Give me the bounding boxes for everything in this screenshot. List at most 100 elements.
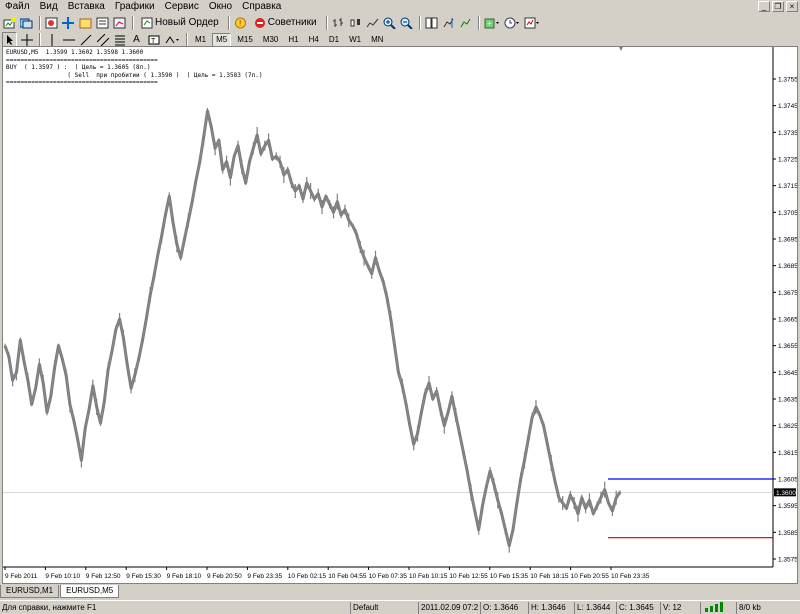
data-window-icon[interactable] [61, 15, 76, 30]
toolbar-separator [186, 32, 188, 47]
x-tick-label: 10 Feb 12:55 [449, 573, 488, 580]
menu-tools[interactable]: Сервис [160, 0, 204, 14]
toolbar-separator [418, 15, 421, 30]
new-order-label: Новый Ордер [155, 17, 219, 28]
y-tick-label: 1.3625 [778, 423, 797, 430]
navigator-icon[interactable] [78, 15, 93, 30]
toolbar-separator [39, 32, 41, 47]
y-tick-label: 1.3645 [778, 370, 797, 377]
chart-window[interactable]: EURUSD,M5 1.3599 1.3602 1.3598 1.3600 ==… [2, 46, 798, 584]
bar-chart-icon[interactable] [331, 15, 346, 30]
chart-shift-icon[interactable] [441, 15, 456, 30]
timeframe-h1[interactable]: H1 [284, 33, 302, 47]
toolbar-separator [227, 15, 230, 30]
autoscroll-icon[interactable] [458, 15, 473, 30]
status-low: L: 1.3644 [574, 602, 614, 614]
x-tick-label: 9 Feb 23:35 [247, 573, 282, 580]
menu-charts[interactable]: Графики [110, 0, 160, 14]
menu-view[interactable]: Вид [35, 0, 63, 14]
x-tick-label: 10 Feb 02:15 [288, 573, 327, 580]
x-tick-label: 10 Feb 10:15 [409, 573, 448, 580]
timeframe-w1[interactable]: W1 [345, 33, 365, 47]
menu-window[interactable]: Окно [204, 0, 237, 14]
tab-eurusd-m1[interactable]: EURUSD,M1 [0, 585, 60, 598]
y-tick-label: 1.3655 [778, 343, 797, 350]
zoom-in-icon[interactable] [382, 15, 397, 30]
y-tick-label: 1.3695 [778, 237, 797, 244]
market-watch-icon[interactable] [44, 15, 59, 30]
standard-toolbar: Новый Ордер ! Советники + [0, 14, 800, 31]
status-help: Для справки, нажмите F1 [2, 603, 97, 612]
x-tick-label: 10 Feb 18:15 [530, 573, 569, 580]
timeframe-mn[interactable]: MN [367, 33, 387, 47]
trendline-icon[interactable] [78, 32, 93, 47]
timeframe-d1[interactable]: D1 [325, 33, 343, 47]
fibonacci-icon[interactable] [112, 32, 127, 47]
chart-shift-marker [619, 47, 623, 51]
tab-eurusd-m5[interactable]: EURUSD,M5 [60, 585, 120, 598]
x-tick-label: 9 Feb 12:50 [86, 573, 121, 580]
menu-file[interactable]: Файл [0, 0, 35, 14]
y-tick-label: 1.3715 [778, 183, 797, 190]
indicators-icon[interactable]: + [483, 15, 501, 30]
templates-icon[interactable] [523, 15, 541, 30]
line-chart-icon[interactable] [365, 15, 380, 30]
y-tick-label: 1.3685 [778, 263, 797, 270]
y-tick-label: 1.3605 [778, 477, 797, 484]
close-icon[interactable]: × [786, 1, 798, 12]
x-tick-label: 9 Feb 10:10 [45, 573, 80, 580]
x-tick-label: 10 Feb 20:55 [571, 573, 610, 580]
toolbar-separator [132, 15, 134, 30]
x-tick-label: 9 Feb 18:10 [167, 573, 202, 580]
crosshair-icon[interactable] [19, 32, 34, 47]
zoom-out-icon[interactable] [399, 15, 414, 30]
status-profile: Default [350, 602, 416, 614]
text-label-icon[interactable]: T [146, 32, 161, 47]
status-open: O: 1.3646 [480, 602, 526, 614]
menu-help[interactable]: Справка [237, 0, 286, 14]
new-chart-icon[interactable] [2, 15, 17, 30]
experts-button[interactable]: Советники [250, 15, 321, 30]
svg-text:+: + [487, 19, 492, 28]
y-tick-label: 1.3665 [778, 317, 797, 324]
x-tick-label: 9 Feb 20:50 [207, 573, 242, 580]
equidistant-channel-icon[interactable] [95, 32, 110, 47]
timeframe-m5[interactable]: M5 [212, 32, 232, 47]
cursor-icon[interactable] [2, 32, 17, 47]
x-tick-label: 10 Feb 15:35 [490, 573, 529, 580]
x-tick-label: 9 Feb 15:30 [126, 573, 161, 580]
profiles-icon[interactable] [19, 15, 34, 30]
y-tick-label: 1.3745 [778, 103, 797, 110]
y-tick-label: 1.3675 [778, 290, 797, 297]
price-series-core [4, 110, 621, 546]
timeframe-h4[interactable]: H4 [305, 33, 323, 47]
timeframe-m1[interactable]: M1 [191, 33, 210, 47]
restore-icon[interactable]: ❐ [772, 1, 784, 12]
y-tick-label: 1.3575 [778, 557, 797, 564]
timeframe-m15[interactable]: M15 [233, 33, 257, 47]
connection-bars-icon [700, 602, 734, 614]
strategy-tester-icon[interactable] [112, 15, 127, 30]
status-bar: Для справки, нажмите F1 Default 2011.02.… [0, 600, 800, 614]
price-chart: 1.3755 1.3745 1.3735 1.3725 1.3715 1.3705 1.36… [3, 47, 797, 580]
metaeditor-icon[interactable]: ! [233, 15, 248, 30]
candlestick-icon[interactable] [348, 15, 363, 30]
minimize-icon[interactable]: _ [758, 1, 770, 12]
status-high: H: 1.3646 [528, 602, 572, 614]
vertical-line-icon[interactable] [44, 32, 59, 47]
tile-windows-icon[interactable] [424, 15, 439, 30]
timeframe-m30[interactable]: M30 [259, 33, 283, 47]
horizontal-line-icon[interactable] [61, 32, 76, 47]
svg-text:!: ! [239, 19, 241, 28]
periodicity-icon[interactable] [503, 15, 521, 30]
text-tool-button[interactable]: A [129, 32, 144, 47]
price-series [3, 109, 622, 548]
menu-insert[interactable]: Вставка [63, 0, 110, 14]
y-tick-label: 1.3585 [778, 530, 797, 537]
status-traffic: 8/0 kb [736, 602, 798, 614]
terminal-icon[interactable] [95, 15, 110, 30]
new-order-button[interactable]: Новый Ордер [137, 15, 223, 30]
toolbar-separator [325, 15, 328, 30]
arrows-icon[interactable] [163, 32, 181, 47]
toolbar-separator [39, 15, 41, 30]
